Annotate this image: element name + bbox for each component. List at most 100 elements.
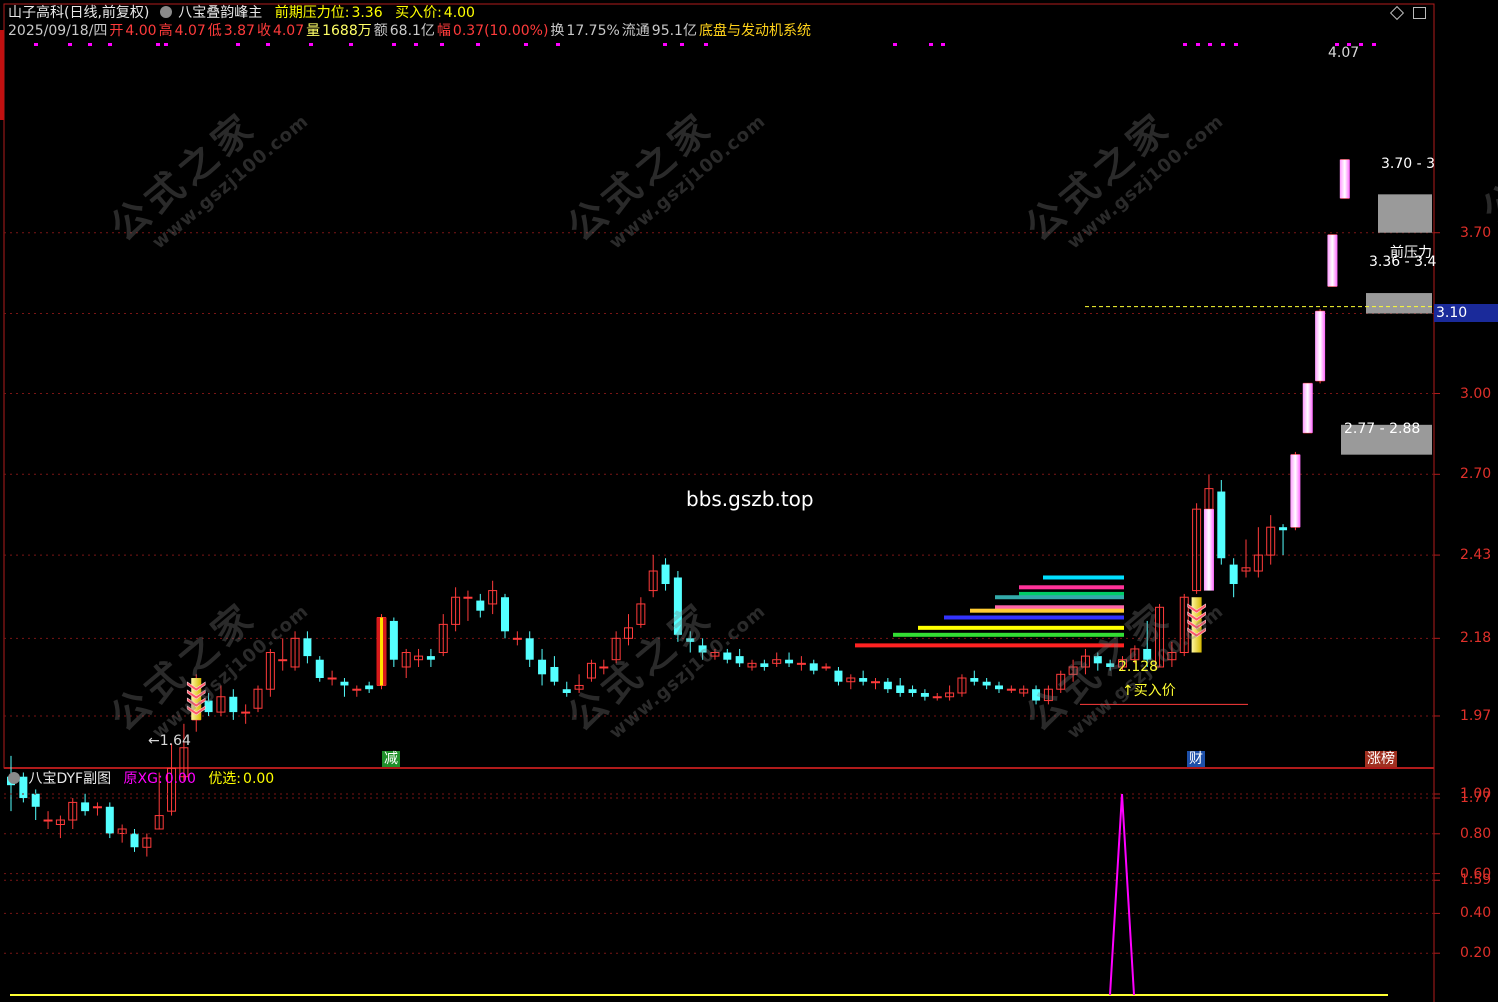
sub-tick-label: 0.60 bbox=[1460, 865, 1492, 882]
xg-label: 原XG: bbox=[123, 771, 163, 787]
quote-line: 2025/09/18/四开 4.00 高 4.07 低 3.87 收 4.07 量 1688万额 6… bbox=[8, 23, 813, 39]
candle-body bbox=[1229, 564, 1238, 585]
amount-label: 额 bbox=[373, 23, 388, 39]
pressure-value: 3.36 bbox=[351, 5, 383, 21]
candle-body bbox=[920, 692, 929, 697]
sub-chart-header: 八宝DYF副图 原XG: 0.00 优选: 0.00 bbox=[8, 771, 276, 787]
pressure-zone bbox=[1366, 293, 1432, 314]
price-tick-label: 2.18 bbox=[1460, 630, 1492, 647]
price-tick-label: 3.70 bbox=[1460, 224, 1492, 241]
price-tick-label: 2.70 bbox=[1460, 466, 1492, 483]
signal-dot bbox=[929, 43, 933, 46]
candle-body bbox=[352, 688, 362, 691]
window-toggle-icon[interactable] bbox=[1413, 7, 1426, 19]
signal-dot bbox=[108, 43, 112, 46]
candle-body bbox=[105, 806, 114, 834]
candle-body bbox=[599, 666, 609, 669]
candle-body bbox=[365, 685, 374, 690]
signal-dot bbox=[34, 43, 38, 46]
signal-dot bbox=[266, 43, 270, 46]
signal-dot bbox=[1183, 43, 1187, 46]
pink-limit-candle bbox=[1315, 311, 1326, 381]
candle-body bbox=[932, 696, 942, 699]
low-point-label: ←1.64 bbox=[148, 733, 191, 749]
price-band-bar bbox=[918, 625, 1124, 630]
chevron-down-icon[interactable] bbox=[8, 772, 20, 784]
candle-body bbox=[1032, 689, 1041, 701]
price-tick-label: 1.97 bbox=[1460, 707, 1492, 724]
stock-title[interactable]: 山子高科(日线,前复权) bbox=[8, 5, 149, 21]
candle-body bbox=[896, 685, 905, 693]
center-watermark-text: bbs.gszb.top bbox=[686, 487, 814, 511]
candle-body bbox=[241, 711, 251, 714]
buy-value: 4.00 bbox=[443, 5, 475, 21]
sub-tick-label: 0.80 bbox=[1460, 825, 1492, 842]
signal-finance[interactable]: 财 bbox=[1187, 751, 1205, 767]
signal-dot bbox=[476, 43, 480, 46]
signal-dot bbox=[156, 43, 160, 46]
change-value: 0.37(10.00%) bbox=[452, 23, 549, 39]
candle-body bbox=[661, 564, 670, 585]
signal-dot bbox=[1196, 43, 1200, 46]
candle-body bbox=[303, 638, 312, 657]
signal-dot bbox=[680, 43, 684, 46]
signal-reduce[interactable]: 减 bbox=[382, 751, 400, 767]
pink-limit-candle bbox=[1339, 159, 1350, 199]
pressure-label: 前期压力位: bbox=[274, 5, 350, 21]
float-value: 95.1亿 bbox=[651, 23, 697, 39]
candle-body bbox=[278, 659, 288, 662]
signal-dot bbox=[1208, 43, 1212, 46]
candle-body bbox=[31, 793, 40, 807]
quote-date: 2025/09/18/四 bbox=[8, 23, 108, 39]
close-value: 4.07 bbox=[272, 23, 305, 39]
candle-body bbox=[908, 689, 917, 693]
candle-body bbox=[760, 663, 769, 667]
sub-tick-label: 0.20 bbox=[1460, 945, 1492, 962]
candle-body bbox=[883, 681, 892, 690]
candle-body bbox=[785, 659, 794, 664]
signal-dot bbox=[663, 43, 667, 46]
signal-dot bbox=[309, 43, 313, 46]
price-band-bar bbox=[995, 595, 1124, 600]
candle-body bbox=[476, 600, 485, 611]
system-label[interactable]: 底盘与发动机系统 bbox=[699, 23, 811, 39]
youxuan-value: 0.00 bbox=[243, 771, 275, 787]
price-tick-label: 2.43 bbox=[1460, 547, 1492, 564]
candle-body bbox=[796, 662, 806, 665]
high-value: 4.07 bbox=[174, 23, 206, 39]
sub-chart-title[interactable]: 八宝DYF副图 bbox=[28, 771, 111, 787]
buy-label: 买入价: bbox=[395, 5, 442, 21]
candle-body bbox=[970, 678, 979, 682]
price-band-bar bbox=[1043, 575, 1124, 580]
stock-chart-window: 公式之家 www.gszj100.com 公式之家 www.gszj100.com … bbox=[0, 0, 1498, 1002]
header-line-1: 山子高科(日线,前复权) 八宝叠韵峰主 前期压力位: 3.36 买入价: 4.00 bbox=[8, 5, 477, 21]
signal-dot bbox=[414, 43, 418, 46]
signal-limit-up[interactable]: 涨榜 bbox=[1365, 751, 1397, 767]
candle-body bbox=[982, 681, 991, 686]
zone-label-2: 3.36 - 3.4 bbox=[1369, 254, 1437, 270]
signal-dot bbox=[88, 43, 92, 46]
chevron-down-icon[interactable] bbox=[159, 6, 172, 18]
indicator-name[interactable]: 八宝叠韵峰主 bbox=[178, 5, 262, 21]
candle-body bbox=[81, 802, 90, 812]
signal-dot bbox=[236, 43, 240, 46]
signal-dot bbox=[1234, 43, 1238, 46]
signal-dot bbox=[164, 43, 168, 46]
candle-body bbox=[130, 833, 139, 848]
candle-body bbox=[512, 637, 522, 640]
buy-price-value: 2.128 bbox=[1118, 659, 1159, 675]
current-price-tag: 3.10 bbox=[1434, 304, 1498, 322]
candle-body bbox=[340, 681, 349, 686]
youxuan-label: 优选: bbox=[208, 771, 242, 787]
amount-value: 68.1亿 bbox=[389, 23, 435, 39]
volume-value: 1688万 bbox=[322, 23, 372, 39]
low-value: 3.87 bbox=[223, 23, 255, 39]
candle-body bbox=[315, 659, 324, 679]
candle-body bbox=[1106, 663, 1115, 667]
candle-body bbox=[43, 819, 53, 822]
price-band-bar bbox=[944, 615, 1124, 620]
signal-dot bbox=[941, 43, 945, 46]
pink-limit-candle bbox=[1203, 509, 1214, 591]
high-point-label: 4.07 bbox=[1328, 45, 1360, 61]
zone-label-1: 3.70 - 3 bbox=[1381, 156, 1436, 172]
